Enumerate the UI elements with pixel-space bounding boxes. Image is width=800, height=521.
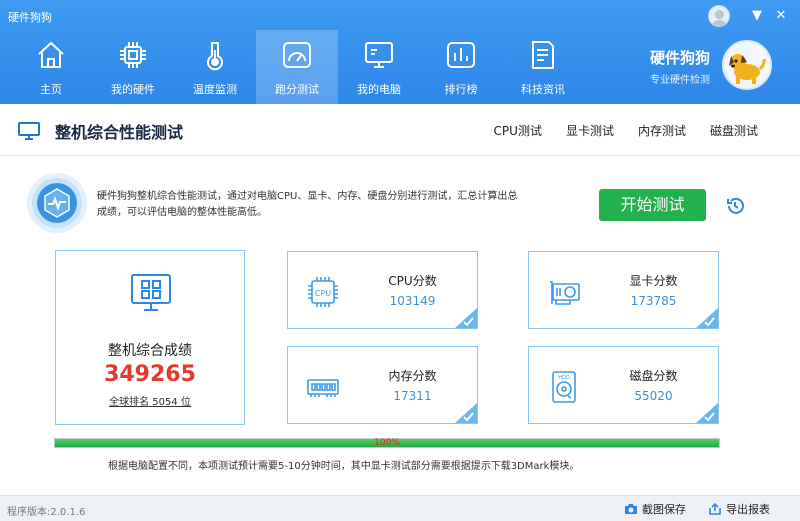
disk-text: HDD (558, 375, 570, 381)
user-avatar-icon[interactable] (708, 5, 730, 27)
computer-icon (365, 42, 393, 68)
memory-stick-icon (307, 379, 339, 397)
check-icon (696, 308, 718, 328)
gpu-score-card: 显卡分数 173785 (528, 251, 719, 329)
check-icon (696, 403, 718, 423)
start-test-button[interactable]: 开始测试 (599, 189, 706, 221)
grid-monitor-icon (131, 274, 171, 311)
app-title: 硬件狗狗 (8, 11, 52, 24)
version-label: 程序版本:2.0.1.6 (7, 507, 86, 518)
total-score-value: 349265 (104, 362, 196, 387)
sub-tabs: CPU测试 显卡测试 内存测试 磁盘测试 (470, 122, 758, 139)
global-rank[interactable]: 全球排名 5054 位 (56, 393, 244, 408)
page-header: 整机综合性能测试 CPU测试 显卡测试 内存测试 磁盘测试 (0, 104, 800, 156)
monitor-icon (18, 122, 40, 140)
nav-item-temperature[interactable]: 温度监测 (174, 30, 256, 104)
minimize-button[interactable]: ▼ (746, 6, 768, 26)
rank-value: 5054 (152, 397, 178, 408)
total-score-label: 整机综合成绩 (108, 343, 192, 359)
news-icon (532, 41, 554, 69)
brand-tagline: 专业硬件检测 (650, 75, 710, 86)
nav-label: 排行榜 (444, 83, 478, 96)
memory-score-card: 内存分数 17311 (287, 346, 478, 424)
chip-icon (120, 42, 146, 68)
gpu-score-label: 显卡分数 (629, 274, 678, 288)
dog-logo-icon (722, 40, 772, 90)
disk-score-value: 55020 (634, 389, 673, 403)
progress-percent: 100% (374, 438, 400, 448)
header-bar: 硬件狗狗 ▼ ✕ 主页 我的硬件 温度监测 跑分测试 我的电脑 排行榜 科技资讯… (0, 0, 800, 104)
main-nav: 主页 我的硬件 温度监测 跑分测试 我的电脑 排行榜 科技资讯 (10, 30, 584, 104)
benchmark-hex-icon (27, 173, 87, 233)
intro-text: 硬件狗狗整机综合性能测试，通过对电脑CPU、显卡、内存、硬盘分别进行测试，汇总计… (97, 189, 547, 221)
footer-bar: 程序版本:2.0.1.6 截图保存 导出报表 (0, 495, 800, 521)
export-report-button[interactable]: 导出报表 (708, 501, 770, 517)
brand-name: 硬件狗狗 (649, 49, 710, 67)
nav-item-benchmark[interactable]: 跑分测试 (256, 30, 338, 104)
total-score-card: 整机综合成绩 349265 全球排名 5054 位 (55, 250, 245, 425)
thermometer-icon (207, 42, 223, 71)
cpu-score-value: 103149 (389, 294, 436, 308)
nav-label: 我的硬件 (111, 83, 155, 96)
home-icon (38, 41, 64, 68)
gpu-score-value: 173785 (630, 294, 677, 308)
check-icon (455, 403, 477, 423)
export-report-label: 导出报表 (726, 503, 770, 516)
screenshot-save-button[interactable]: 截图保存 (624, 501, 686, 517)
nav-label: 温度监测 (193, 83, 237, 96)
close-button[interactable]: ✕ (770, 6, 792, 26)
disk-score-label: 磁盘分数 (629, 369, 678, 383)
tab-disk-test[interactable]: 磁盘测试 (710, 122, 758, 139)
nav-item-my-computer[interactable]: 我的电脑 (338, 30, 420, 104)
nav-label: 主页 (40, 83, 62, 96)
rank-suffix: 位 (180, 397, 191, 408)
export-icon (709, 503, 721, 515)
cpu-chip-text: CPU (315, 289, 331, 298)
cpu-icon: CPU (308, 277, 338, 307)
brand: 硬件狗狗 专业硬件检测 (636, 47, 710, 86)
nav-item-home[interactable]: 主页 (10, 30, 92, 104)
cpu-score-label: CPU分数 (388, 274, 437, 288)
nav-item-my-hardware[interactable]: 我的硬件 (92, 30, 174, 104)
intro-line: 硬件狗狗整机综合性能测试，通过对电脑CPU、显卡、内存、硬盘分别进行测试，汇总计… (97, 191, 518, 202)
bar-chart-icon (447, 42, 475, 68)
camera-icon (625, 504, 637, 514)
cpu-score-card: CPU CPU分数 103149 (287, 251, 478, 329)
disk-score-card: HDD 磁盘分数 55020 (528, 346, 719, 424)
nav-item-tech-news[interactable]: 科技资讯 (502, 30, 584, 104)
tab-cpu-test[interactable]: CPU测试 (494, 122, 542, 139)
gauge-icon (283, 42, 311, 68)
memory-score-label: 内存分数 (388, 369, 437, 383)
window-controls: ▼ ✕ (708, 5, 792, 27)
tab-memory-test[interactable]: 内存测试 (638, 122, 686, 139)
rank-prefix: 全球排名 (109, 397, 150, 408)
page-title: 整机综合性能测试 (55, 123, 184, 142)
hard-disk-icon: HDD (552, 371, 576, 403)
history-icon[interactable] (725, 196, 745, 216)
check-icon (455, 308, 477, 328)
memory-score-value: 17311 (393, 389, 432, 403)
screenshot-save-label: 截图保存 (642, 503, 686, 516)
tab-gpu-test[interactable]: 显卡测试 (566, 122, 614, 139)
nav-label: 科技资讯 (521, 83, 565, 96)
intro-line: 成绩，可以评估电脑的整体性能高低。 (97, 207, 267, 218)
test-note: 根据电脑配置不同，本项测试预计需要5-10分钟时间，其中显卡测试部分需要根据提示… (108, 461, 580, 472)
test-progress-bar: 100% (54, 438, 720, 448)
nav-label: 跑分测试 (275, 83, 319, 96)
graphics-card-icon (550, 281, 580, 305)
nav-item-ranking[interactable]: 排行榜 (420, 30, 502, 104)
nav-label: 我的电脑 (357, 83, 401, 96)
